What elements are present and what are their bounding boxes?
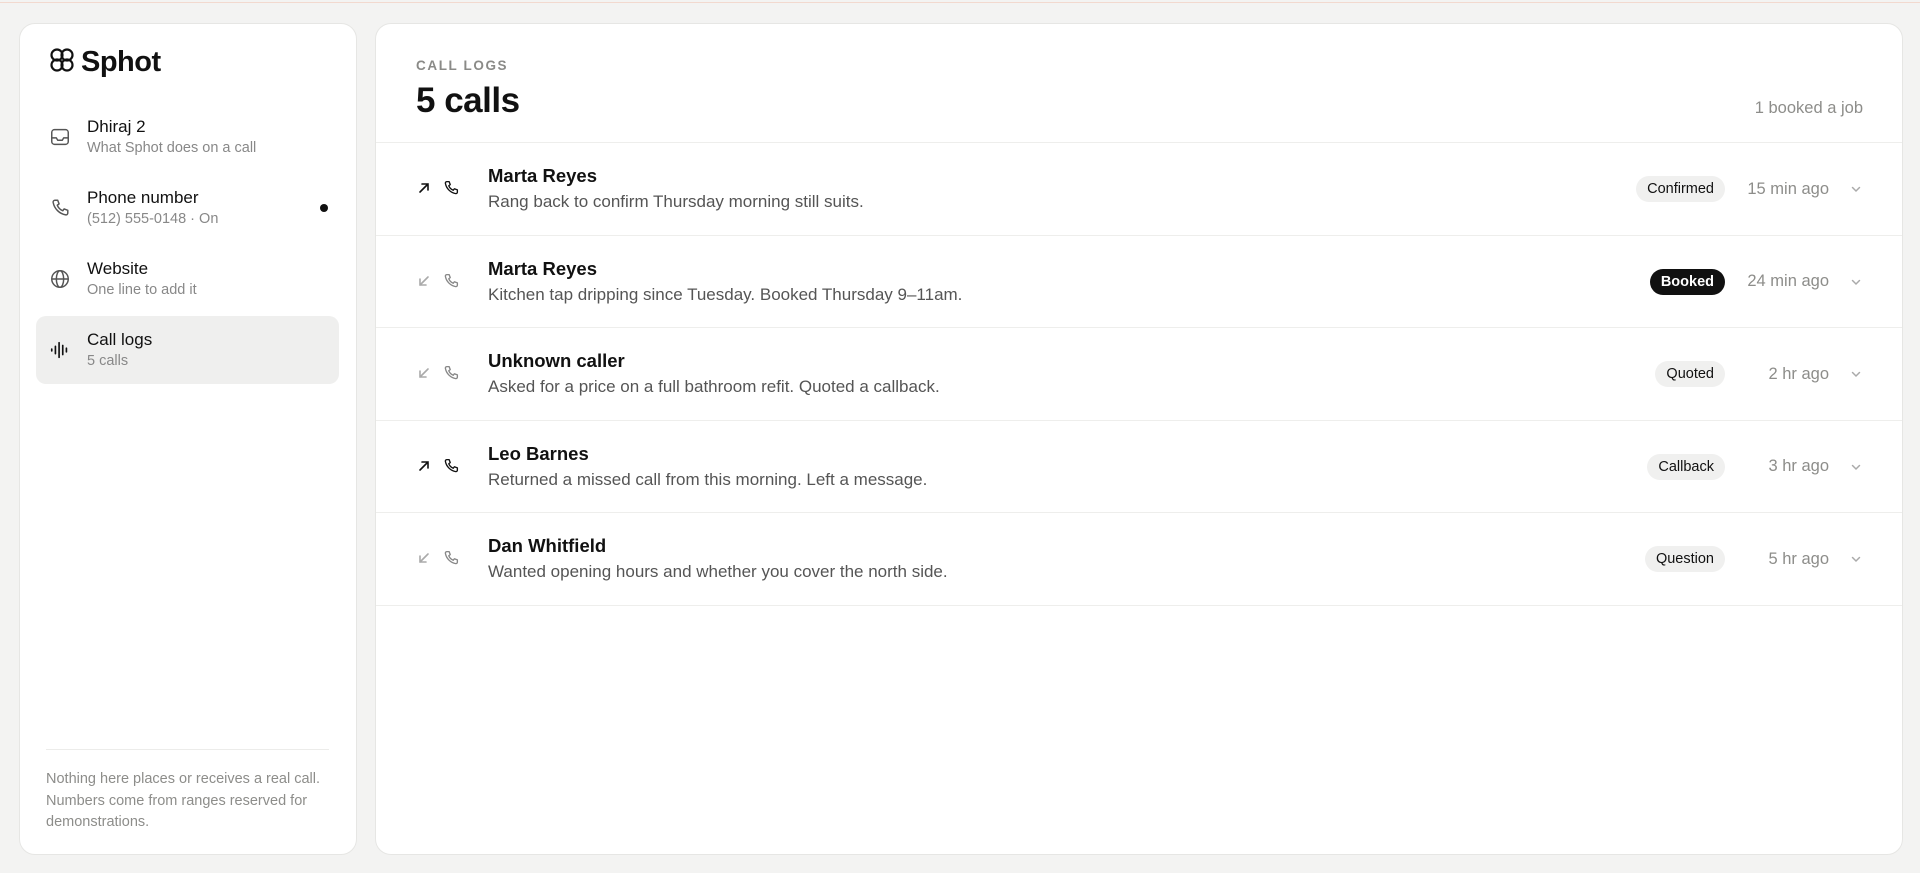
chevron-down-icon[interactable] xyxy=(1848,459,1864,475)
call-row[interactable]: Marta Reyes Kitchen tap dripping since T… xyxy=(376,236,1902,328)
call-time: 24 min ago xyxy=(1747,272,1829,290)
sidebar-item-phone-number[interactable]: Phone number (512) 555-0148 · On xyxy=(36,174,339,242)
incoming-arrow-icon xyxy=(417,551,431,565)
phone-icon xyxy=(442,549,460,567)
phone-icon xyxy=(442,364,460,382)
booked-summary: 1 booked a job xyxy=(1754,99,1863,117)
sidebar-disclaimer: Nothing here places or receives a real c… xyxy=(46,771,321,830)
phone-icon xyxy=(442,457,460,475)
incoming-arrow-icon xyxy=(417,366,431,380)
caller-name: Marta Reyes xyxy=(488,257,598,279)
chevron-down-icon[interactable] xyxy=(1848,366,1864,382)
outgoing-arrow-icon xyxy=(417,459,431,473)
chevron-down-icon[interactable] xyxy=(1848,181,1864,197)
sidebar-item-title: Call logs xyxy=(87,330,153,349)
audio-wave-icon xyxy=(48,338,72,362)
section-eyebrow: CALL LOGS xyxy=(416,58,509,73)
call-row[interactable]: Leo Barnes Returned a missed call from t… xyxy=(376,421,1902,513)
phone-icon xyxy=(442,272,460,290)
sidebar-item-title: Dhiraj 2 xyxy=(87,117,146,136)
status-badge: Confirmed xyxy=(1636,176,1725,202)
caller-name: Leo Barnes xyxy=(488,442,589,464)
call-row[interactable]: Unknown caller Asked for a price on a fu… xyxy=(376,328,1902,421)
status-badge: Callback xyxy=(1647,453,1725,480)
chevron-down-icon[interactable] xyxy=(1848,274,1864,290)
call-row[interactable]: Marta Reyes Rang back to confirm Thursda… xyxy=(376,143,1902,236)
sidebar-item-title: Website xyxy=(87,259,149,278)
sidebar-item-agent[interactable]: Dhiraj 2 What Sphot does on a call xyxy=(36,103,339,171)
sidebar-item-subtitle: What Sphot does on a call xyxy=(87,140,257,156)
flower-logo-icon xyxy=(47,45,77,80)
sidebar-divider xyxy=(46,749,329,750)
incoming-arrow-icon xyxy=(417,274,431,288)
sidebar-item-call-logs[interactable]: Call logs 5 calls xyxy=(36,316,339,384)
caller-name: Marta Reyes xyxy=(488,165,598,186)
sidebar-nav: Dhiraj 2 What Sphot does on a call Phone… xyxy=(36,103,339,387)
outgoing-arrow-icon xyxy=(417,181,431,195)
sidebar-item-subtitle: 5 calls xyxy=(87,353,129,369)
call-time: 15 min ago xyxy=(1747,179,1829,198)
caller-name: Dan Whitfield xyxy=(488,535,607,556)
globe-icon xyxy=(48,267,72,291)
status-badge: Quoted xyxy=(1655,361,1725,387)
call-summary: Kitchen tap dripping since Tuesday. Book… xyxy=(488,284,963,304)
status-badge: Booked xyxy=(1649,268,1725,295)
call-logs-panel: CALL LOGS 5 calls 1 booked a job Marta R… xyxy=(375,23,1903,855)
call-summary: Rang back to confirm Thursday morning st… xyxy=(488,192,864,211)
call-time: 3 hr ago xyxy=(1768,457,1829,475)
sidebar: Sphot Dhiraj 2 What Sphot does on a call xyxy=(19,23,357,855)
call-time: 2 hr ago xyxy=(1768,364,1829,383)
call-summary: Wanted opening hours and whether you cov… xyxy=(488,562,948,581)
sidebar-item-subtitle: One line to add it xyxy=(87,282,197,298)
inbox-icon xyxy=(48,125,72,149)
sidebar-item-title: Phone number xyxy=(87,188,199,207)
call-list: Marta Reyes Rang back to confirm Thursda… xyxy=(376,142,1902,606)
call-time: 5 hr ago xyxy=(1768,549,1829,568)
phone-icon xyxy=(48,196,72,220)
status-dot xyxy=(320,204,328,212)
sidebar-item-subtitle: (512) 555-0148 · On xyxy=(87,211,219,227)
phone-icon xyxy=(442,179,460,197)
caller-name: Unknown caller xyxy=(488,350,625,371)
call-summary: Asked for a price on a full bathroom ref… xyxy=(488,377,940,396)
top-accent-line xyxy=(0,2,1920,3)
call-row[interactable]: Dan Whitfield Wanted opening hours and w… xyxy=(376,513,1902,606)
status-badge: Question xyxy=(1644,546,1725,572)
brand[interactable]: Sphot xyxy=(47,45,161,80)
page-title: 5 calls xyxy=(416,81,520,120)
call-summary: Returned a missed call from this morning… xyxy=(488,469,928,489)
chevron-down-icon[interactable] xyxy=(1848,551,1864,567)
brand-name: Sphot xyxy=(81,46,161,78)
sidebar-item-website[interactable]: Website One line to add it xyxy=(36,245,339,313)
